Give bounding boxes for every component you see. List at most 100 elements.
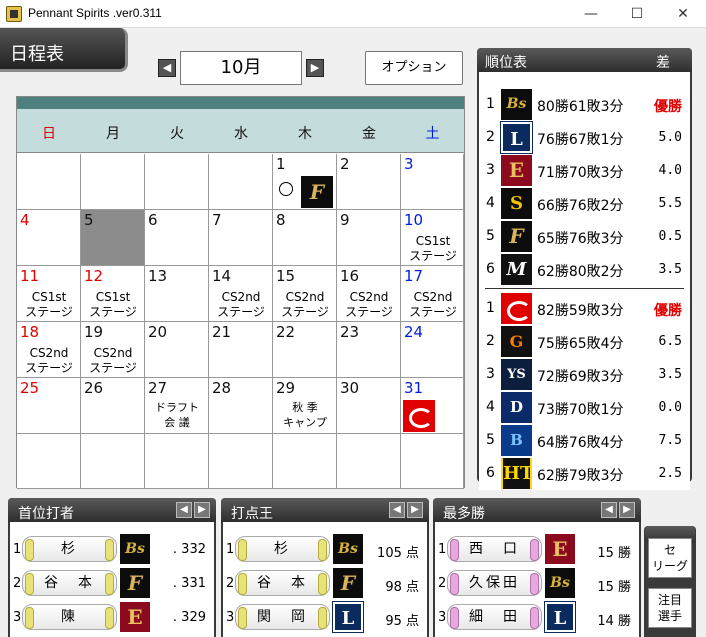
- calendar-day-cell[interactable]: [145, 434, 209, 489]
- day-number: 25: [20, 379, 40, 397]
- standings-row[interactable]: 2 G 75勝65敗4分 6.5: [479, 325, 690, 358]
- calendar-day-cell[interactable]: [81, 434, 145, 489]
- day-number: 26: [84, 379, 104, 397]
- leader-row[interactable]: 2谷 本 98 点 F: [223, 568, 427, 601]
- close-button[interactable]: ✕: [660, 0, 706, 28]
- calendar-day-cell[interactable]: 5: [81, 210, 145, 266]
- calendar-day-cell[interactable]: [81, 154, 145, 210]
- calendar-day-cell[interactable]: 1F: [273, 154, 337, 210]
- player-name-button[interactable]: 細 田: [447, 604, 542, 630]
- player-name-button[interactable]: 谷 本: [235, 570, 330, 596]
- calendar-day-cell[interactable]: [273, 434, 337, 489]
- calendar-day-cell[interactable]: 15 CS2nd ステージ: [273, 266, 337, 322]
- calendar-day-cell[interactable]: [17, 154, 81, 210]
- calendar-day-cell[interactable]: 30: [337, 378, 401, 434]
- maximize-button[interactable]: ☐: [614, 0, 660, 28]
- day-number: 6: [148, 211, 158, 229]
- calendar-day-cell[interactable]: 12 CS1st ステージ: [81, 266, 145, 322]
- calendar-day-cell[interactable]: 19 CS2nd ステージ: [81, 322, 145, 378]
- app-icon: [6, 6, 22, 22]
- calendar-day-cell[interactable]: 8: [273, 210, 337, 266]
- day-number: 14: [212, 267, 232, 285]
- leader-prev-button[interactable]: ◀: [389, 502, 405, 518]
- options-button[interactable]: オプション: [365, 51, 463, 85]
- leader-row[interactable]: 1杉 . 332 Bs: [10, 534, 214, 567]
- standings-row[interactable]: 3 YS 72勝69敗3分 3.5: [479, 358, 690, 391]
- calendar-day-cell[interactable]: 4: [17, 210, 81, 266]
- standings-row[interactable]: 5 B 64勝76敗4分 7.5: [479, 424, 690, 457]
- calendar-day-cell[interactable]: 23: [337, 322, 401, 378]
- leader-next-button[interactable]: ▶: [619, 502, 635, 518]
- calendar-day-cell[interactable]: 17 CS2nd ステージ: [401, 266, 464, 322]
- leader-row[interactable]: 1 杉 105 点 Bs: [223, 534, 427, 567]
- leader-row[interactable]: 1西 口 15 勝 E: [435, 534, 639, 567]
- leader-row[interactable]: 2谷 本 . 331 F: [10, 568, 214, 601]
- calendar-day-cell[interactable]: 2: [337, 154, 401, 210]
- standings-rank: 5: [486, 432, 495, 448]
- day-number: 12: [84, 267, 104, 285]
- player-name-button[interactable]: 杉: [22, 536, 117, 562]
- leader-next-button[interactable]: ▶: [407, 502, 423, 518]
- leader-row[interactable]: 3関 岡 95 点 L: [223, 601, 427, 635]
- calendar-day-cell[interactable]: 29 秋 季 キャンプ: [273, 378, 337, 434]
- calendar-day-cell[interactable]: 21: [209, 322, 273, 378]
- minimize-button[interactable]: —: [568, 0, 614, 28]
- calendar-day-cell[interactable]: [337, 434, 401, 489]
- standings-row[interactable]: 4 S 66勝76敗2分 5.5: [479, 187, 690, 220]
- calendar-day-cell[interactable]: 20: [145, 322, 209, 378]
- player-name-button[interactable]: 陳: [22, 604, 117, 630]
- team-logo-d-icon: D: [501, 392, 532, 423]
- calendar-day-cell[interactable]: 27 ドラフト 会 議: [145, 378, 209, 434]
- calendar-day-cell[interactable]: 6: [145, 210, 209, 266]
- player-name-button[interactable]: 関 岡: [235, 604, 330, 630]
- standings-row[interactable]: 1 82勝59敗3分 優勝: [479, 292, 690, 325]
- calendar-day-cell[interactable]: 25: [17, 378, 81, 434]
- team-logo-e-icon: E: [120, 602, 150, 632]
- player-name-button[interactable]: 谷 本: [22, 570, 117, 596]
- calendar-day-cell[interactable]: 26: [81, 378, 145, 434]
- standings-row[interactable]: 3 E 71勝70敗3分 4.0: [479, 154, 690, 187]
- standings-row[interactable]: 6 M 62勝80敗2分 3.5: [479, 253, 690, 286]
- calendar-day-cell[interactable]: [209, 434, 273, 489]
- leader-prev-button[interactable]: ◀: [601, 502, 617, 518]
- prev-month-button[interactable]: ◀: [158, 59, 176, 77]
- calendar-day-cell[interactable]: 9: [337, 210, 401, 266]
- player-name-button[interactable]: 久保田: [447, 570, 542, 596]
- calendar-day-cell[interactable]: [209, 154, 273, 210]
- calendar-day-cell[interactable]: 24: [401, 322, 464, 378]
- leader-row[interactable]: 3陳 . 329 E: [10, 602, 214, 635]
- standings-record: 64勝76敗4分: [537, 435, 624, 451]
- standings-row[interactable]: 1 Bs 80勝61敗3分 優勝: [479, 88, 690, 121]
- standings-row[interactable]: 2 L 76勝67敗1分 5.0: [479, 121, 690, 154]
- standings-row[interactable]: 5 F 65勝76敗3分 0.5: [479, 220, 690, 253]
- calendar-day-cell[interactable]: [17, 434, 81, 489]
- standings-row[interactable]: 6 HT 62勝79敗3分 2.5: [479, 457, 690, 490]
- calendar-day-cell[interactable]: 3: [401, 154, 464, 210]
- calendar-day-cell[interactable]: 28: [209, 378, 273, 434]
- player-name-button[interactable]: 杉: [235, 536, 330, 562]
- calendar-day-cell[interactable]: 22: [273, 322, 337, 378]
- calendar-day-cell[interactable]: 16 CS2nd ステージ: [337, 266, 401, 322]
- calendar-day-cell[interactable]: 13: [145, 266, 209, 322]
- leader-next-button[interactable]: ▶: [194, 502, 210, 518]
- next-month-button[interactable]: ▶: [306, 59, 324, 77]
- leader-row[interactable]: 3細 田 14 勝 L: [435, 601, 639, 635]
- calendar-day-cell[interactable]: 18 CS2nd ステージ: [17, 322, 81, 378]
- leader-row[interactable]: 2 久保田 15 勝 Bs: [435, 568, 639, 601]
- calendar-day-cell[interactable]: [401, 434, 464, 489]
- central-league-button[interactable]: セ リーグ: [648, 538, 692, 578]
- standings-rank: 6: [486, 465, 495, 481]
- player-name-button[interactable]: 西 口: [447, 536, 542, 562]
- calendar-day-cell[interactable]: 14 CS2nd ステージ: [209, 266, 273, 322]
- calendar-day-cell[interactable]: [145, 154, 209, 210]
- calendar-day-cell[interactable]: 10 CS1st ステージ: [401, 210, 464, 266]
- games-behind: 4.0: [658, 163, 682, 178]
- calendar-day-cell[interactable]: 11 CS1st ステージ: [17, 266, 81, 322]
- calendar-day-cell[interactable]: 31: [401, 378, 464, 434]
- team-logo-g-icon: G: [501, 326, 532, 357]
- leader-prev-button[interactable]: ◀: [176, 502, 192, 518]
- standings-row[interactable]: 4 D 73勝70敗1分 0.0: [479, 391, 690, 424]
- weekday-header: 日月火水木金土: [17, 109, 464, 153]
- featured-players-button[interactable]: 注目 選手: [648, 588, 692, 628]
- calendar-day-cell[interactable]: 7: [209, 210, 273, 266]
